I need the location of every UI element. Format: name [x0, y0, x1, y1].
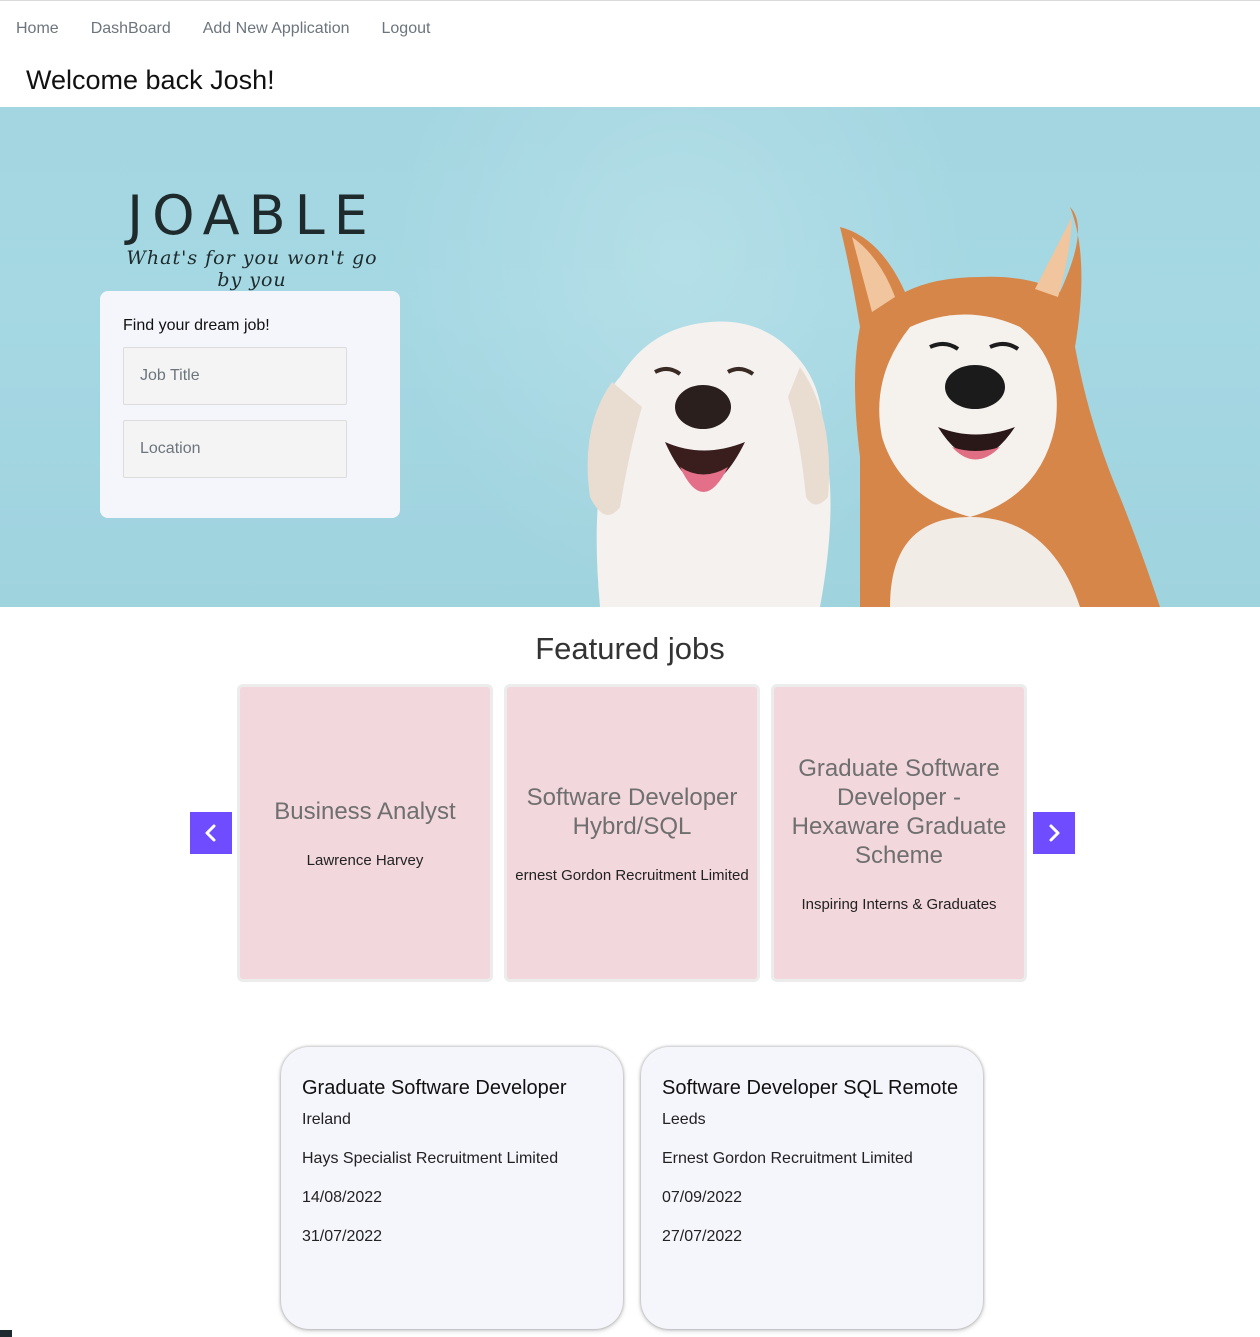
featured-job-title: Software Developer Hybrd/SQL [526, 783, 738, 840]
welcome-heading: Welcome back Josh! [26, 65, 275, 95]
chevron-left-icon [205, 824, 216, 842]
featured-jobs-title: Featured jobs [535, 631, 725, 666]
hero-banner: JOABLE What's for you won't go by you Fi… [0, 107, 1260, 607]
job-title: Software Developer SQL Remote [662, 1077, 959, 1099]
job-location: Ireland [302, 1111, 351, 1128]
shiba-dog [840, 207, 1160, 607]
nav-add-application-link[interactable]: Add New Application [203, 20, 350, 38]
job-date: 27/07/2022 [662, 1228, 743, 1245]
nav-home-link[interactable]: Home [16, 20, 59, 38]
white-dog [587, 321, 831, 607]
top-nav: Home DashBoard Add New Application Logou… [0, 1, 1260, 57]
job-location: Leeds [662, 1111, 706, 1128]
chevron-right-icon [1049, 824, 1060, 842]
carousel-prev-button[interactable] [190, 812, 232, 854]
job-card[interactable]: Software Developer SQL Remote Leeds Erne… [641, 1047, 983, 1329]
featured-job-title: Graduate Software Developer - Hexaware G… [791, 754, 1007, 869]
dogs-photo [587, 207, 1160, 607]
featured-job-card[interactable]: Software Developer Hybrd/SQL ernest Gord… [504, 684, 760, 982]
featured-job-company: Lawrence Harvey [306, 852, 424, 869]
window-corner [0, 1330, 12, 1337]
brand-name: JOABLE [127, 184, 377, 247]
job-date: 14/08/2022 [302, 1189, 383, 1206]
brand-tagline: What's for you won't go by you [126, 247, 378, 291]
job-title: Graduate Software Developer [302, 1077, 567, 1099]
job-date: 07/09/2022 [662, 1189, 743, 1206]
nav-logout-link[interactable]: Logout [382, 20, 431, 38]
job-company: Ernest Gordon Recruitment Limited [662, 1150, 913, 1167]
featured-job-card[interactable]: Graduate Software Developer - Hexaware G… [771, 684, 1027, 982]
search-card-title: Find your dream job! [123, 317, 270, 334]
job-search-card: Find your dream job! [100, 291, 400, 518]
carousel-next-button[interactable] [1033, 812, 1075, 854]
nav-dashboard-link[interactable]: DashBoard [91, 20, 171, 38]
job-title-input[interactable] [123, 347, 347, 405]
brand-logo: JOABLE What's for you won't go by you [112, 184, 392, 292]
job-card[interactable]: Graduate Software Developer Ireland Hays… [281, 1047, 623, 1329]
job-company: Hays Specialist Recruitment Limited [302, 1150, 559, 1167]
featured-job-company: Inspiring Interns & Graduates [801, 895, 997, 913]
featured-job-title: Business Analyst [274, 798, 456, 825]
location-input[interactable] [123, 420, 347, 478]
featured-job-card[interactable]: Business Analyst Lawrence Harvey [237, 684, 493, 982]
job-date: 31/07/2022 [302, 1228, 383, 1245]
featured-job-company: ernest Gordon Recruitment Limited [515, 866, 749, 884]
